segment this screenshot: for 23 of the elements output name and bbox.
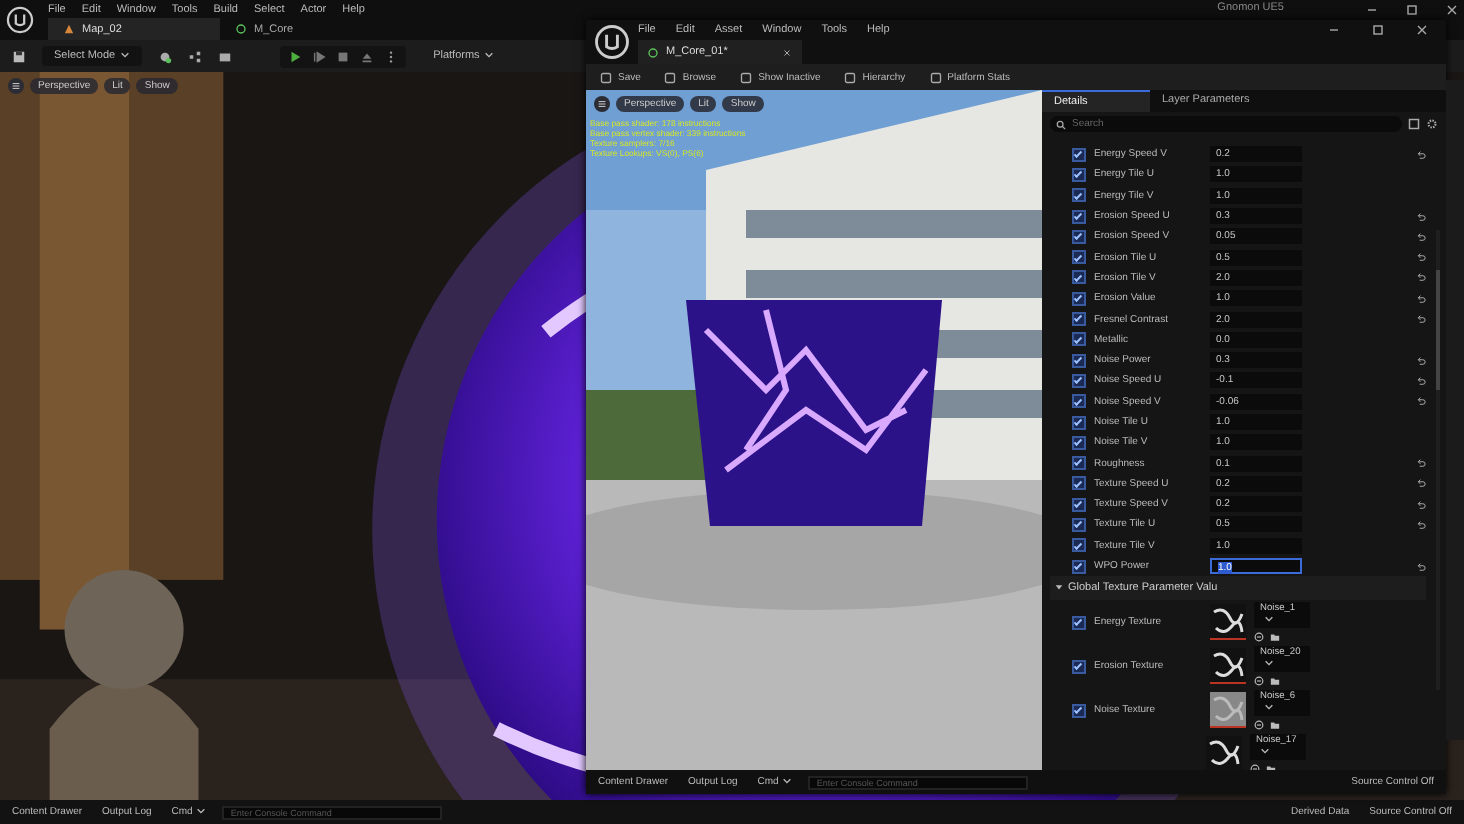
material-icon <box>648 47 658 57</box>
material-icon <box>236 24 246 34</box>
close-icon[interactable] <box>1416 24 1428 36</box>
step-icon[interactable] <box>311 49 326 63</box>
save-icon[interactable] <box>12 49 26 63</box>
cinematics-icon[interactable] <box>217 49 232 63</box>
blueprint-icon[interactable] <box>187 49 202 63</box>
close-icon[interactable] <box>1446 3 1458 15</box>
close-icon[interactable] <box>782 47 792 57</box>
add-actor-icon[interactable] <box>157 49 172 63</box>
stop-icon[interactable] <box>335 49 350 63</box>
level-icon <box>64 24 74 34</box>
eject-icon[interactable] <box>359 49 374 63</box>
engine-logo-icon[interactable] <box>6 6 34 34</box>
minimize-icon[interactable] <box>1366 3 1378 15</box>
minimize-icon[interactable] <box>1328 24 1340 36</box>
maximize-icon[interactable] <box>1372 24 1384 36</box>
chevron-down-icon <box>119 50 130 61</box>
engine-logo-icon[interactable] <box>594 24 630 60</box>
play-icon[interactable] <box>287 49 302 63</box>
maximize-icon[interactable] <box>1406 3 1418 15</box>
chevron-down-icon <box>196 806 207 817</box>
chevron-down-icon <box>483 50 494 61</box>
